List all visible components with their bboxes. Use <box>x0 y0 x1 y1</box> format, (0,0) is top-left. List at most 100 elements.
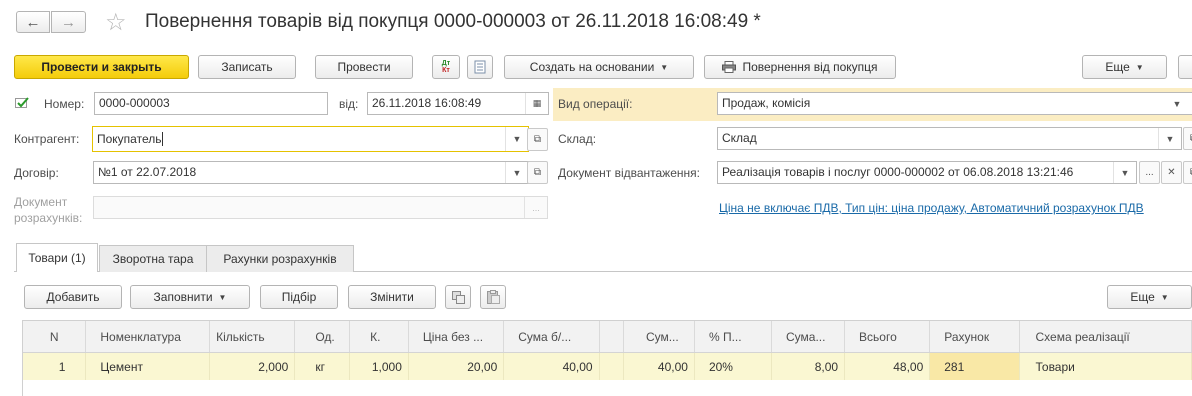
tab-returnable-containers[interactable]: Зворотна тара <box>99 245 207 272</box>
contract-value: №1 от 22.07.2018 <box>98 165 197 179</box>
chevron-down-icon[interactable]: ▼ <box>1113 162 1136 183</box>
col-item[interactable]: Номенклатура <box>85 321 211 353</box>
col-sum-net[interactable]: Сума б/... <box>503 321 600 353</box>
warehouse-label: Склад: <box>558 132 597 146</box>
contract-field[interactable]: №1 от 22.07.2018 ▼ <box>93 161 529 184</box>
contractor-label: Контрагент: <box>14 132 80 146</box>
price-settings-link[interactable]: Ціна не включає ПДВ, Тип цін: ціна прода… <box>719 201 1144 215</box>
table-row[interactable]: 1 Цемент 2,000 кг 1,000 20,00 40,00 40,0… <box>23 352 1192 380</box>
cell-account[interactable]: 281 <box>929 352 1020 380</box>
settlement-label-2: розрахунків: <box>14 211 83 225</box>
change-button[interactable]: Змінити <box>348 285 436 309</box>
cell-unit[interactable]: кг <box>294 352 351 380</box>
posted-check-icon <box>15 97 29 112</box>
cell-price[interactable]: 20,00 <box>408 352 505 380</box>
col-unit[interactable]: Од. <box>294 321 351 353</box>
select-button[interactable]: Підбір <box>260 285 338 309</box>
fill-label: Заповнити <box>153 290 213 304</box>
col-scheme[interactable]: Схема реалізації <box>1019 321 1192 353</box>
chevron-down-icon[interactable]: ▼ <box>1158 128 1181 149</box>
more-label: Еще <box>1105 60 1130 74</box>
cell-qty[interactable]: 2,000 <box>209 352 296 380</box>
create-based-button[interactable]: Создать на основании ▼ <box>504 55 694 79</box>
cell-sum-net[interactable]: 40,00 <box>503 352 600 380</box>
date-label: від: <box>339 97 359 111</box>
chevron-down-icon: ▼ <box>1135 62 1144 72</box>
cell-item[interactable]: Цемент <box>85 352 211 380</box>
copy-button[interactable] <box>445 285 471 309</box>
create-based-label: Создать на основании <box>529 60 655 74</box>
shipment-field[interactable]: Реалізація товарів і послуг 0000-000002 … <box>717 161 1137 184</box>
table-header-row: N Номенклатура Кількість Од. К. Ціна без… <box>23 321 1192 353</box>
number-label: Номер: <box>44 97 85 111</box>
shipment-select-button[interactable]: ... <box>1139 161 1160 184</box>
col-n[interactable]: N <box>23 321 87 353</box>
calendar-icon[interactable]: ▦ <box>525 93 548 114</box>
fill-button[interactable]: Заповнити ▼ <box>130 285 250 309</box>
col-qty[interactable]: Кількість <box>209 321 296 353</box>
col-account[interactable]: Рахунок <box>929 321 1020 353</box>
dt-kt-icon: Дт Кт <box>441 60 451 74</box>
contract-label: Договір: <box>14 166 59 180</box>
contractor-value: Покупатель <box>97 132 162 146</box>
chevron-down-icon[interactable]: ▼ <box>1166 93 1188 114</box>
tab-settlement-accounts[interactable]: Рахунки розрахунків <box>206 245 354 272</box>
chevron-down-icon: ▼ <box>218 292 227 302</box>
cell-vat-rate[interactable]: 20% <box>694 352 773 380</box>
star-icon[interactable]: ☆ <box>105 8 127 37</box>
col-vat-rate[interactable]: % П... <box>694 321 773 353</box>
settlement-label-1: Документ <box>14 195 68 209</box>
arrow-left-icon: ← <box>25 13 41 31</box>
post-button[interactable]: Провести <box>315 55 413 79</box>
dt-kt-button[interactable]: Дт Кт <box>432 55 460 79</box>
col-blank[interactable] <box>599 321 624 353</box>
cell-scheme[interactable]: Товари <box>1019 352 1192 380</box>
chevron-down-icon: ▼ <box>1160 292 1169 302</box>
paste-button[interactable] <box>480 285 506 309</box>
back-button[interactable]: ← <box>16 11 50 33</box>
chevron-down-icon[interactable]: ▼ <box>505 162 528 183</box>
col-vat-sum[interactable]: Сума... <box>771 321 846 353</box>
col-total[interactable]: Всього <box>844 321 931 353</box>
post-and-close-button[interactable]: Провести и закрыть <box>14 55 189 79</box>
open-contract-button[interactable]: ⧉ <box>527 161 548 184</box>
print-return-button[interactable]: Повернення від покупця <box>704 55 896 79</box>
shipment-clear-button[interactable]: ✕ <box>1161 161 1182 184</box>
contractor-field[interactable]: Покупатель ▼ <box>92 126 529 152</box>
report-button[interactable] <box>467 55 493 79</box>
col-price[interactable]: Ціна без ... <box>408 321 505 353</box>
cell-blank[interactable] <box>599 352 624 380</box>
operation-label: Вид операції: <box>558 97 633 111</box>
operation-field[interactable]: Продаж, комісія ▼ <box>717 92 1192 115</box>
ellipsis-icon: ... <box>524 197 547 218</box>
chevron-down-icon[interactable]: ▼ <box>505 127 528 151</box>
number-field[interactable]: 0000-000003 <box>94 92 328 115</box>
date-field[interactable]: 26.11.2018 16:08:49 ▦ <box>367 92 549 115</box>
printer-icon <box>722 61 737 73</box>
cell-coef[interactable]: 1,000 <box>349 352 409 380</box>
write-button[interactable]: Записать <box>198 55 296 79</box>
document-icon <box>474 60 486 74</box>
cell-n[interactable]: 1 <box>23 352 87 380</box>
add-button[interactable]: Добавить <box>24 285 122 309</box>
operation-value: Продаж, комісія <box>722 96 811 110</box>
tab-goods[interactable]: Товари (1) <box>16 243 98 272</box>
col-sum[interactable]: Сум... <box>623 321 695 353</box>
table-more-button[interactable]: Еще ▼ <box>1107 285 1192 309</box>
overflow-button[interactable] <box>1178 55 1192 79</box>
forward-button[interactable]: → <box>51 11 86 33</box>
open-shipment-button[interactable]: ⧉ <box>1183 161 1192 184</box>
warehouse-field[interactable]: Склад ▼ <box>717 127 1182 150</box>
shipment-value: Реалізація товарів і послуг 0000-000002 … <box>722 165 1074 179</box>
open-warehouse-button[interactable]: ⧉ <box>1183 127 1192 150</box>
open-contractor-button[interactable]: ⧉ <box>527 128 548 151</box>
goods-table[interactable]: N Номенклатура Кількість Од. К. Ціна без… <box>23 321 1192 380</box>
more-button[interactable]: Еще ▼ <box>1082 55 1167 79</box>
page-title: Повернення товарів від покупця 0000-0000… <box>145 11 761 32</box>
warehouse-value: Склад <box>722 131 757 145</box>
paste-icon <box>486 290 500 304</box>
cell-vat-sum[interactable]: 8,00 <box>771 352 846 380</box>
col-coef[interactable]: К. <box>349 321 409 353</box>
cell-sum[interactable]: 40,00 <box>623 352 695 380</box>
cell-total[interactable]: 48,00 <box>844 352 931 380</box>
